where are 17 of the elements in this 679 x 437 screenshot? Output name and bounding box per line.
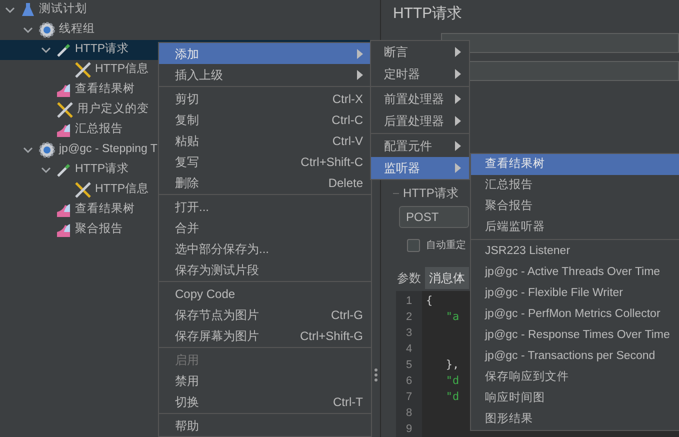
code-text: "d xyxy=(444,390,460,403)
line-number: 8 xyxy=(404,406,414,421)
line-number: 1 xyxy=(404,294,414,309)
line-number: 3 xyxy=(404,326,414,341)
line-number: 2 xyxy=(404,310,414,325)
line-number: 4 xyxy=(404,342,414,357)
line-number: 7 xyxy=(404,390,414,405)
group-label: HTTP请求 xyxy=(403,185,458,202)
checkbox-label: 自动重定 xyxy=(426,238,466,253)
code-text: }, xyxy=(444,358,460,371)
code-text: "d xyxy=(444,374,460,387)
line-number: 5 xyxy=(404,358,414,373)
code-text: { xyxy=(426,294,433,307)
line-number: 6 xyxy=(404,374,414,389)
panel-title: HTTP请求 xyxy=(393,4,464,24)
line-number: 9 xyxy=(404,422,414,437)
code-text: "a xyxy=(444,310,460,323)
